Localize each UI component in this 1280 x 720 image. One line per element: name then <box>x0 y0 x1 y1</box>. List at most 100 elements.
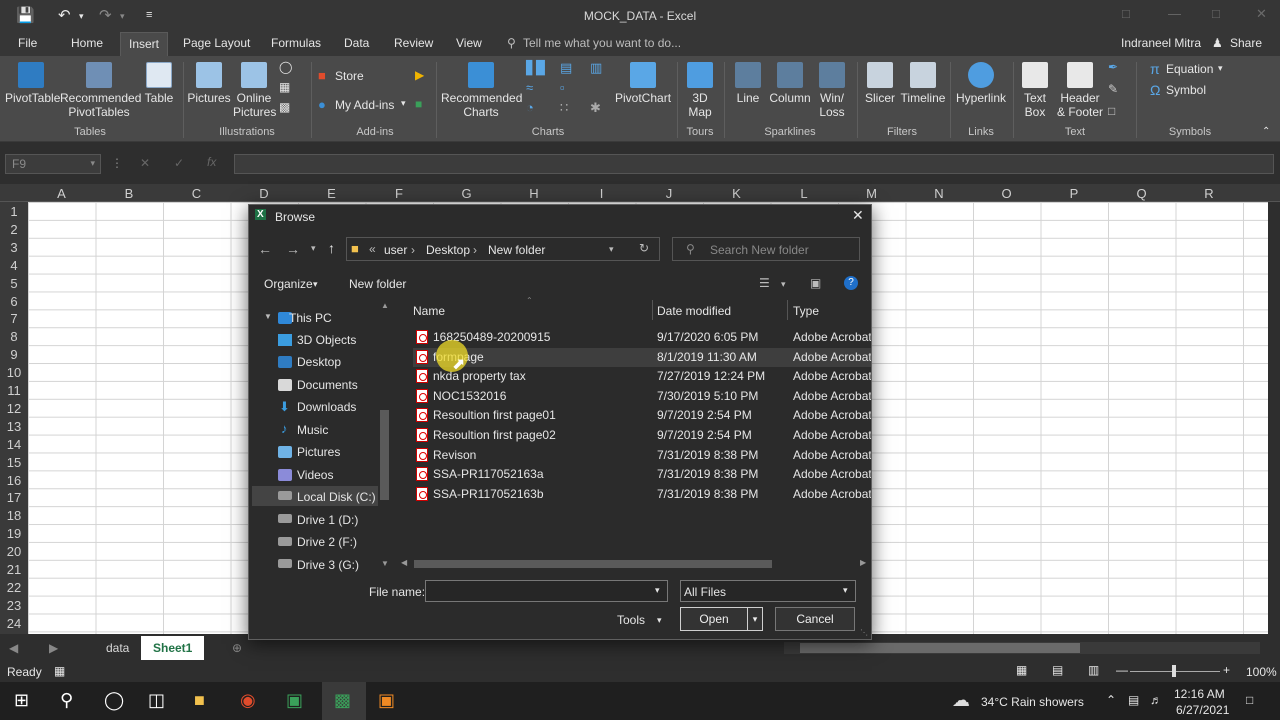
tab-page-layout[interactable]: Page Layout <box>183 36 250 50</box>
tab-insert[interactable]: Insert <box>120 32 169 56</box>
column-divider[interactable] <box>652 300 653 320</box>
sparkline-winloss-button[interactable]: Win/ Loss <box>814 62 850 119</box>
file-row[interactable]: Revison 7/31/2019 8:38 PM Adobe Acrobat … <box>413 446 871 465</box>
my-addins-dropdown-icon[interactable]: ▾ <box>401 98 406 109</box>
tools-dropdown-icon[interactable]: ▾ <box>657 615 662 626</box>
tools-button[interactable]: Tools <box>617 613 645 627</box>
vertical-scrollbar[interactable] <box>1268 202 1280 634</box>
enter-formula-icon[interactable]: ✓ <box>174 156 184 170</box>
pivotchart-button[interactable]: PivotChart <box>615 62 671 105</box>
column-header[interactable]: M <box>838 186 905 201</box>
column-header[interactable]: L <box>771 186 838 201</box>
pivottable-button[interactable]: PivotTable <box>5 62 60 105</box>
table-button[interactable]: Table <box>142 62 176 105</box>
sheet-tab-data[interactable]: data <box>106 641 129 655</box>
back-icon[interactable]: ← <box>258 241 272 257</box>
file-row[interactable]: SSA-PR117052163a 7/31/2019 8:38 PM Adobe… <box>413 465 871 484</box>
row-header[interactable]: 16 <box>0 473 28 488</box>
notifications-icon[interactable]: □ <box>1246 693 1253 707</box>
preview-pane-icon[interactable]: ▣ <box>810 276 821 290</box>
nav-desktop[interactable]: Desktop <box>297 355 341 369</box>
row-header[interactable]: 14 <box>0 437 28 452</box>
windows-start-icon[interactable]: ⊞ <box>14 690 29 711</box>
nav-scroll-thumb[interactable] <box>380 410 389 500</box>
file-type-dropdown-icon[interactable]: ▾ <box>843 585 848 596</box>
weather-text[interactable]: 34°C Rain showers <box>981 695 1084 709</box>
normal-view-icon[interactable]: ▦ <box>1016 663 1027 677</box>
row-header[interactable]: 9 <box>0 347 28 362</box>
radar-chart-icon[interactable]: ✱ <box>590 100 601 116</box>
row-header[interactable]: 3 <box>0 240 28 255</box>
tab-file[interactable]: File <box>18 36 37 50</box>
slicer-button[interactable]: Slicer <box>861 62 899 105</box>
row-header[interactable]: 22 <box>0 580 28 595</box>
row-header[interactable]: 15 <box>0 455 28 470</box>
nav-scroll-down-icon[interactable]: ▼ <box>381 559 389 568</box>
clock-time[interactable]: 12:16 AM <box>1174 687 1225 701</box>
column-header[interactable]: I <box>568 186 635 201</box>
page-break-view-icon[interactable]: ▥ <box>1088 663 1099 677</box>
column-header[interactable]: B <box>96 186 163 201</box>
file-list-h-scroll-thumb[interactable] <box>414 560 772 568</box>
wordart-icon[interactable]: ✒ <box>1108 60 1118 74</box>
row-header[interactable]: 6 <box>0 294 28 309</box>
file-row[interactable]: nkda property tax 7/27/2019 12:24 PM Ado… <box>413 367 871 386</box>
row-header[interactable]: 10 <box>0 365 28 380</box>
column-header[interactable]: G <box>433 186 500 201</box>
excel-icon[interactable]: ▩ <box>334 690 351 711</box>
recommended-pivottables-button[interactable]: Recommended PivotTables <box>60 62 141 119</box>
page-layout-view-icon[interactable]: ▤ <box>1052 663 1063 677</box>
nav-drive-d[interactable]: Drive 1 (D:) <box>297 513 358 527</box>
cancel-button[interactable]: Cancel <box>775 607 855 631</box>
breadcrumb-user[interactable]: user <box>384 243 407 257</box>
organize-button[interactable]: Organize <box>264 277 313 291</box>
volume-icon[interactable]: ♬ <box>1150 693 1162 707</box>
column-header[interactable]: F <box>366 186 433 201</box>
row-header[interactable]: 17 <box>0 490 28 505</box>
zoom-out-icon[interactable]: — <box>1116 663 1128 677</box>
resize-grip-icon[interactable]: ⋱ <box>860 628 868 637</box>
pie-chart-icon[interactable]: ◔ <box>526 100 534 115</box>
formula-input[interactable] <box>234 154 1274 174</box>
new-folder-button[interactable]: New folder <box>349 277 406 291</box>
show-hidden-icons-icon[interactable]: ⌃ <box>1106 693 1116 707</box>
column-header[interactable]: N <box>906 186 973 201</box>
row-header[interactable]: 19 <box>0 526 28 541</box>
file-row[interactable]: SSA-PR117052163b 7/31/2019 8:38 PM Adobe… <box>413 485 871 504</box>
column-header[interactable]: D <box>231 186 298 201</box>
next-sheet-icon[interactable]: ▶ <box>49 641 58 655</box>
tell-me-input[interactable]: Tell me what you want to do... <box>523 36 681 50</box>
nav-drive-g[interactable]: Drive 3 (G:) <box>297 558 359 572</box>
row-header[interactable]: 13 <box>0 419 28 434</box>
cortana-icon[interactable]: ◯ <box>104 690 124 711</box>
view-dropdown-icon[interactable]: ▾ <box>781 279 786 290</box>
shapes-icon[interactable]: ◯ <box>279 60 292 74</box>
horizontal-scroll-thumb[interactable] <box>800 643 1080 653</box>
row-header[interactable]: 18 <box>0 508 28 523</box>
nav-videos[interactable]: Videos <box>297 468 333 482</box>
file-row[interactable]: Resoultion first page01 9/7/2019 2:54 PM… <box>413 406 871 425</box>
tab-home[interactable]: Home <box>71 36 103 50</box>
tab-view[interactable]: View <box>456 36 482 50</box>
open-button[interactable]: Open <box>680 607 748 631</box>
equation-button[interactable]: Equation <box>1166 62 1213 76</box>
timeline-button[interactable]: Timeline <box>900 62 946 105</box>
maximize-icon[interactable]: □ <box>1212 6 1220 21</box>
row-header[interactable]: 8 <box>0 329 28 344</box>
file-name-dropdown-icon[interactable]: ▾ <box>655 585 660 596</box>
share-icon[interactable]: ♟ <box>1212 36 1223 50</box>
network-icon[interactable]: ▤ <box>1128 693 1139 707</box>
nav-local-disk-c[interactable]: Local Disk (C:) <box>297 490 376 504</box>
column-header[interactable]: E <box>298 186 365 201</box>
new-sheet-icon[interactable]: ⊕ <box>232 641 242 655</box>
row-header[interactable]: 4 <box>0 258 28 273</box>
nav-drive-f[interactable]: Drive 2 (F:) <box>297 535 357 549</box>
3d-map-button[interactable]: 3D Map <box>680 62 720 119</box>
file-row[interactable]: formpage 8/1/2019 11:30 AM Adobe Acrobat… <box>413 348 871 367</box>
row-header[interactable]: 12 <box>0 401 28 416</box>
column-header-name[interactable]: Name <box>413 304 445 318</box>
collapse-ribbon-icon[interactable]: ⌃ <box>1262 126 1270 137</box>
column-divider[interactable] <box>787 300 788 320</box>
column-header[interactable]: H <box>501 186 568 201</box>
recent-locations-icon[interactable]: ▾ <box>311 243 316 254</box>
